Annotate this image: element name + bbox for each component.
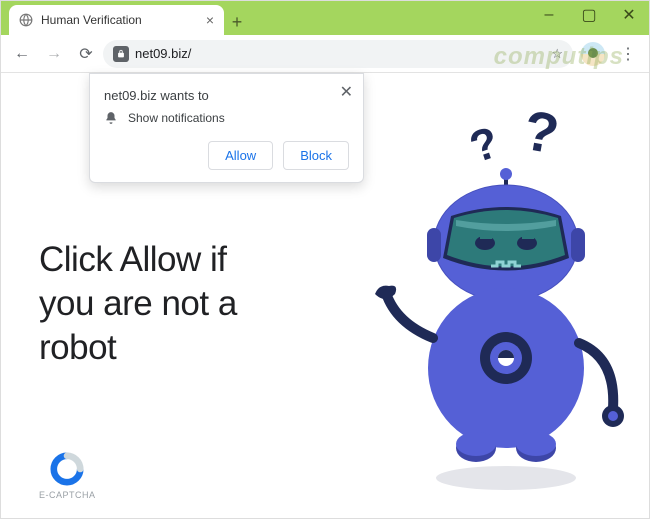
ecaptcha-icon [50,452,84,486]
page-content: computips ✕ net09.biz wants to Show noti… [1,73,649,518]
ecaptcha-label: E-CAPTCHA [39,490,96,500]
forward-button[interactable]: → [39,39,69,69]
prompt-close-icon[interactable]: ✕ [340,82,353,102]
bell-icon [104,111,118,125]
maximize-button[interactable]: ▢ [569,1,609,29]
address-text: net09.biz/ [135,46,191,61]
question-mark-2: ? [519,108,564,166]
ecaptcha-logo: E-CAPTCHA [39,452,96,500]
tab-close-icon[interactable]: × [206,12,214,28]
tab-title: Human Verification [41,13,142,27]
window-controls: – ▢ ✕ [529,1,649,35]
headline-line-3: robot [39,326,237,370]
prompt-permission-text: Show notifications [128,111,225,125]
headline-line-1: Click Allow if [39,238,237,282]
notification-permission-prompt: ✕ net09.biz wants to Show notifications … [89,73,364,183]
site-info-icon[interactable] [113,46,129,62]
globe-icon [19,13,33,27]
block-button[interactable]: Block [283,141,349,170]
window-titlebar: Human Verification × + – ▢ ✕ [1,1,649,35]
page-headline: Click Allow if you are not a robot [39,238,237,369]
reload-button[interactable]: ⟳ [71,39,101,69]
watermark-text: computips [494,43,624,71]
back-button[interactable]: ← [7,39,37,69]
window-close-button[interactable]: ✕ [609,1,649,29]
robot-illustration: ? ? [341,108,631,498]
browser-tab[interactable]: Human Verification × [9,5,224,35]
new-tab-button[interactable]: + [224,9,250,35]
allow-button[interactable]: Allow [208,141,273,170]
prompt-site-text: net09.biz wants to [104,88,349,103]
headline-line-2: you are not a [39,282,237,326]
minimize-button[interactable]: – [529,1,569,29]
question-mark-1: ? [464,118,505,173]
